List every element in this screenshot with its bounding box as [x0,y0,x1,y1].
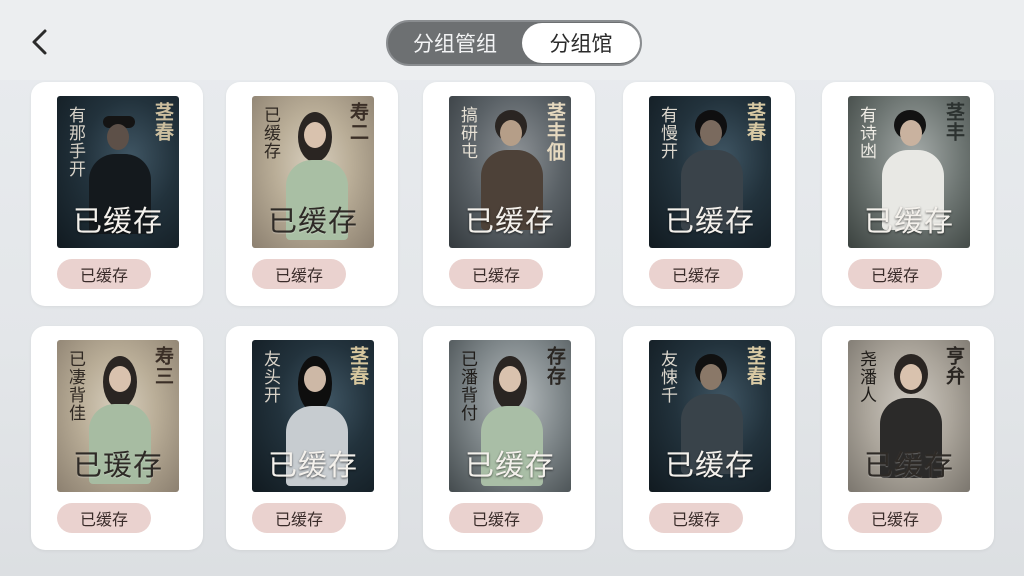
cached-badge: 已缓存 [252,259,346,289]
poster-overlay-text: 已缓存 [664,448,755,482]
cached-badge: 已缓存 [449,259,543,289]
poster-card[interactable]: 茎春 友悚千 已缓存 已缓存 [623,326,795,550]
poster-image: 茎丰佃 搞研屯 已缓存 [449,96,571,248]
cached-badge: 已缓存 [57,259,151,289]
poster-overlay-text: 已缓存 [664,204,755,238]
poster-subtitle: 友悚千 [657,350,677,404]
poster-overlay-text: 已缓存 [863,448,954,482]
poster-overlay-text: 已缓存 [464,448,555,482]
cached-badge: 已缓存 [57,503,151,533]
poster-card[interactable]: 寿二 已缓存 已缓存 已缓存 [226,82,398,306]
poster-subtitle: 尧潘人 [856,350,876,404]
poster-image: 茎春 有那手开 已缓存 [57,96,179,248]
poster-overlay-text: 已缓存 [267,448,358,482]
poster-image: 寿三 已凄背佳 已瑗存 [57,340,179,492]
cached-badge: 已缓存 [252,503,346,533]
poster-image: 茎春 有慢开 已缓存 [649,96,771,248]
cached-badge: 已缓存 [449,503,543,533]
poster-subtitle: 搞研屯 [457,106,477,160]
cached-badge: 已缓存 [848,503,942,533]
poster-image: 寿二 已缓存 已缓存 [252,96,374,248]
poster-subtitle: 已缓存 [260,106,280,160]
poster-card[interactable]: 寿三 已凄背佳 已瑗存 已缓存 [31,326,203,550]
poster-title: 茎丰佃 [544,102,566,162]
cached-badge: 已缓存 [649,259,743,289]
poster-image: 存存 已潘背付 已缓存 [449,340,571,492]
poster-card[interactable]: 茎丰 有诗凼 已缓存 已缓存 [822,82,994,306]
poster-card[interactable]: 存存 已潘背付 已缓存 已缓存 [423,326,595,550]
poster-subtitle: 有慢开 [657,106,677,160]
poster-title: 茎春 [744,346,766,386]
cached-badge: 已缓存 [649,503,743,533]
poster-title: 寿三 [152,346,174,386]
poster-image: 茎春 友悚千 已缓存 [649,340,771,492]
poster-title: 亨弁 [943,346,965,386]
back-button[interactable] [20,22,60,62]
tab-group-hall[interactable]: 分组馆 [522,23,640,63]
segmented-control: 分组管组 分组馆 [386,20,642,66]
poster-title: 茎春 [347,346,369,386]
tab-group-manage[interactable]: 分组管组 [390,23,520,63]
poster-image: 茎春 友头开 已缓存 [252,340,374,492]
poster-overlay-text: 已缓存 [72,204,163,238]
cached-badge: 已缓存 [848,259,942,289]
poster-card[interactable]: 亨弁 尧潘人 已缓存 已缓存 [822,326,994,550]
poster-image: 亨弁 尧潘人 已缓存 [848,340,970,492]
poster-card[interactable]: 茎丰佃 搞研屯 已缓存 已缓存 [423,82,595,306]
poster-card[interactable]: 茎春 有那手开 已缓存 已缓存 [31,82,203,306]
poster-card[interactable]: 茎春 友头开 已缓存 已缓存 [226,326,398,550]
poster-overlay-text: 已缓存 [863,204,954,238]
poster-title: 茎丰 [943,102,965,142]
poster-subtitle: 有诗凼 [856,106,876,160]
poster-title: 茎春 [152,102,174,142]
poster-overlay-text: 已缓存 [267,204,358,238]
poster-subtitle: 已潘背付 [457,350,477,422]
poster-subtitle: 有那手开 [65,106,85,178]
poster-card[interactable]: 茎春 有慢开 已缓存 已缓存 [623,82,795,306]
poster-image: 茎丰 有诗凼 已缓存 [848,96,970,248]
poster-subtitle: 友头开 [260,350,280,404]
poster-title: 存存 [544,346,566,386]
poster-subtitle: 已凄背佳 [65,350,85,422]
poster-overlay-text: 已瑗存 [72,448,163,482]
poster-title: 茎春 [744,102,766,142]
poster-title: 寿二 [347,102,369,142]
poster-overlay-text: 已缓存 [464,204,555,238]
chevron-left-icon [32,29,47,55]
